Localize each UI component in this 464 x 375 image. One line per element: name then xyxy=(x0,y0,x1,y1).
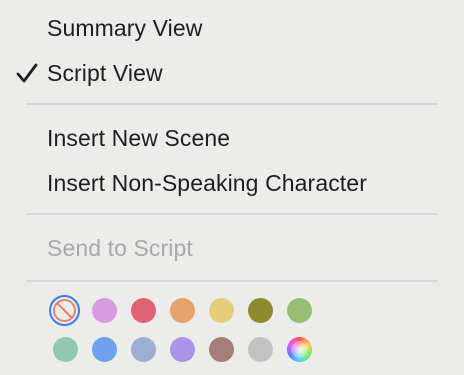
color-swatch-green[interactable] xyxy=(287,298,312,323)
color-wheel-icon xyxy=(291,341,308,358)
menu-item-label: Insert New Scene xyxy=(47,124,231,151)
menu-separator xyxy=(26,213,438,215)
color-swatch-none[interactable] xyxy=(49,295,80,326)
color-swatch-slate[interactable] xyxy=(131,337,156,362)
context-menu: Summary View Script View Insert New Scen… xyxy=(0,0,464,375)
color-swatch-olive[interactable] xyxy=(248,298,273,323)
color-swatch-yellow[interactable] xyxy=(209,298,234,323)
color-swatch-blue[interactable] xyxy=(92,337,117,362)
color-swatch-purple[interactable] xyxy=(170,337,195,362)
menu-item-label: Summary View xyxy=(47,14,203,41)
color-swatch-gray[interactable] xyxy=(248,337,273,362)
menu-separator xyxy=(26,103,438,105)
color-swatch-custom[interactable] xyxy=(287,337,312,362)
color-swatch-brown[interactable] xyxy=(209,337,234,362)
menu-item-insert-non-speaking-character[interactable]: Insert Non-Speaking Character xyxy=(0,163,464,203)
menu-item-script-view[interactable]: Script View xyxy=(0,53,464,93)
color-swatch-teal[interactable] xyxy=(53,337,78,362)
menu-item-label: Script View xyxy=(47,59,163,86)
menu-item-send-to-script: Send to Script xyxy=(0,228,464,268)
menu-item-summary-view[interactable]: Summary View xyxy=(0,8,464,48)
checkmark-icon xyxy=(16,63,38,83)
color-swatch-orange[interactable] xyxy=(170,298,195,323)
color-swatch-red[interactable] xyxy=(131,298,156,323)
no-color-icon xyxy=(53,299,76,322)
menu-item-insert-new-scene[interactable]: Insert New Scene xyxy=(0,118,464,158)
color-swatch-pink[interactable] xyxy=(92,298,117,323)
menu-item-label: Send to Script xyxy=(47,234,193,261)
menu-separator xyxy=(26,280,438,282)
menu-item-label: Insert Non-Speaking Character xyxy=(47,169,367,196)
